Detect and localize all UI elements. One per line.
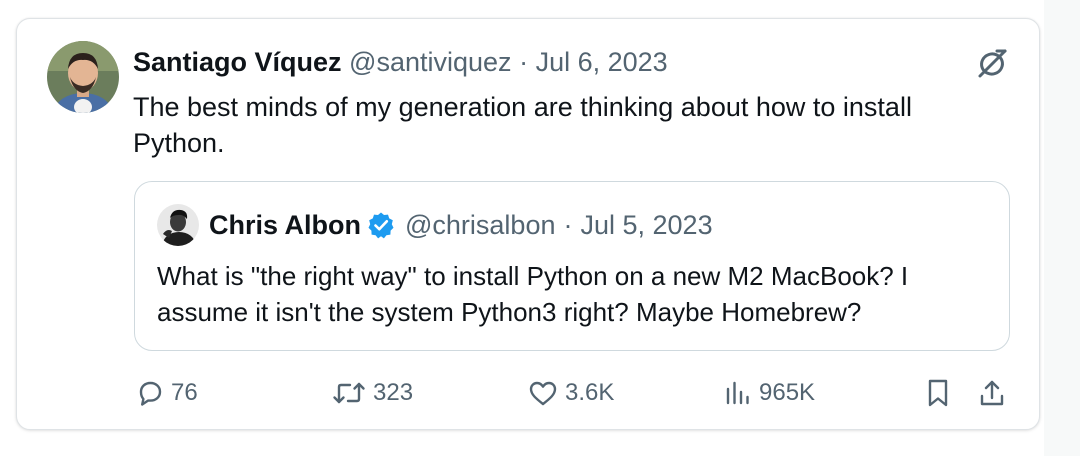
retweet-count: 323 [373, 379, 414, 406]
bookmark-button[interactable] [923, 371, 953, 415]
quoted-meta-separator: · [563, 210, 573, 240]
quoted-author-name[interactable]: Chris Albon [209, 208, 361, 242]
quoted-author-avatar[interactable] [157, 204, 199, 246]
heart-icon [527, 378, 559, 408]
author-avatar[interactable] [47, 41, 119, 113]
author-handle[interactable]: @santiviquez [349, 47, 512, 77]
tweet-text: The best minds of my generation are thin… [133, 92, 912, 158]
author-name[interactable]: Santiago Víquez [133, 47, 342, 77]
quoted-tweet[interactable]: Chris Albon @chrisalbon · Jul 5, 2023 Wh… [134, 181, 1010, 351]
tweet-header: Santiago Víquez @santiviquez · Jul 6, 20… [133, 45, 668, 79]
quoted-tweet-text: What is "the right way" to install Pytho… [157, 261, 909, 327]
action-bar: 76 323 3.6K 965K [17, 371, 1041, 415]
bookmark-icon [923, 377, 953, 409]
share-icon [977, 377, 1007, 409]
views-count: 965K [759, 379, 816, 406]
quoted-tweet-date[interactable]: Jul 5, 2023 [580, 208, 712, 242]
background-strip [1044, 0, 1080, 456]
like-button[interactable]: 3.6K [527, 371, 614, 415]
like-count: 3.6K [565, 379, 615, 406]
views-button[interactable]: 965K [723, 371, 815, 415]
views-icon [723, 378, 753, 408]
tweet-date[interactable]: Jul 6, 2023 [536, 47, 668, 77]
reply-count: 76 [171, 379, 198, 406]
grok-icon[interactable] [972, 43, 1012, 83]
quoted-tweet-header: Chris Albon @chrisalbon · Jul 5, 2023 [209, 208, 713, 242]
meta-separator: · [519, 47, 529, 77]
quoted-author-handle[interactable]: @chrisalbon [405, 208, 555, 242]
reply-icon [135, 378, 165, 408]
share-button[interactable] [977, 371, 1007, 415]
reply-button[interactable]: 76 [135, 371, 198, 415]
retweet-icon [331, 378, 367, 408]
tweet-card[interactable]: Santiago Víquez @santiviquez · Jul 6, 20… [16, 18, 1040, 430]
verified-badge-icon[interactable] [367, 211, 395, 239]
retweet-button[interactable]: 323 [331, 371, 413, 415]
